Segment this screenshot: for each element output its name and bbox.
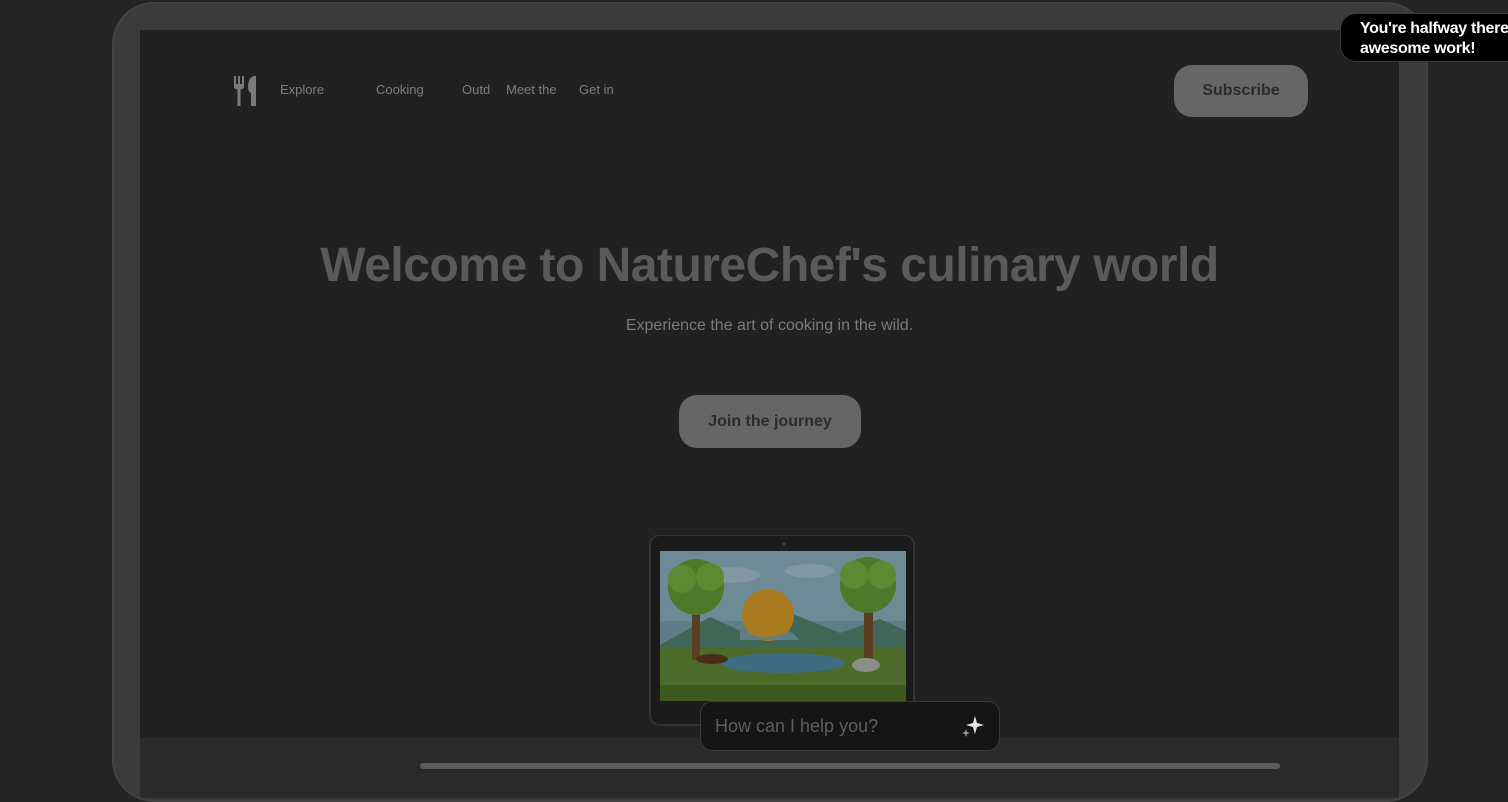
subscribe-button[interactable]: Subscribe bbox=[1174, 65, 1308, 117]
nav-link-get-in-touch[interactable]: Get in bbox=[579, 82, 614, 97]
progress-toast: You're halfway there awesome work! bbox=[1340, 13, 1508, 62]
sparkle-icon[interactable] bbox=[961, 714, 985, 738]
toast-line-1: You're halfway there bbox=[1360, 20, 1508, 37]
join-journey-button[interactable]: Join the journey bbox=[679, 395, 861, 448]
nav-link-outdoor[interactable]: Outd bbox=[462, 82, 490, 97]
nav-link-explore[interactable]: Explore bbox=[280, 82, 324, 97]
horizontal-scrollbar[interactable] bbox=[420, 763, 1280, 769]
chat-assistant-box[interactable] bbox=[700, 701, 1000, 751]
toast-line-2: awesome work! bbox=[1360, 40, 1476, 57]
hero-title: Welcome to NatureChef's culinary world bbox=[320, 239, 1219, 292]
nav-link-cooking[interactable]: Cooking bbox=[376, 82, 424, 97]
website-screen: Explore Cooking Outd Meet the Get in Sub… bbox=[140, 30, 1399, 738]
chat-input[interactable] bbox=[715, 715, 961, 737]
hero-subtitle: Experience the art of cooking in the wil… bbox=[625, 317, 914, 334]
fork-knife-icon[interactable] bbox=[232, 76, 260, 106]
nav-link-meet-the-team[interactable]: Meet the bbox=[506, 82, 557, 97]
